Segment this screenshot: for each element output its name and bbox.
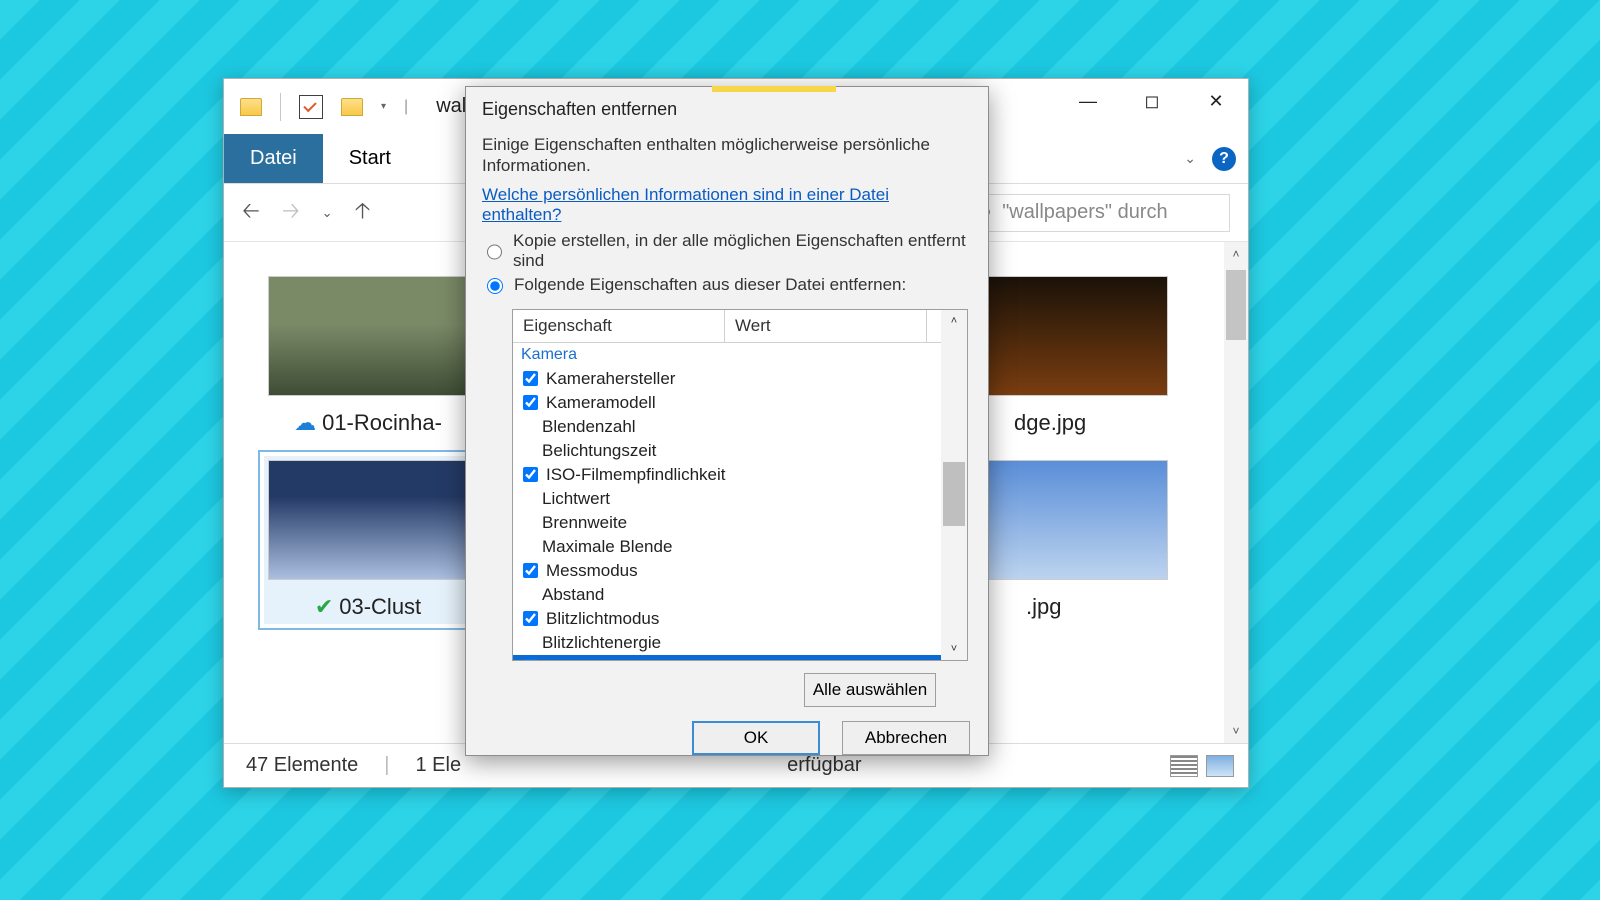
- radio-label: Kopie erstellen, in der alle möglichen E…: [513, 231, 972, 271]
- dialog-title: Eigenschaften entfernen: [466, 87, 988, 130]
- radio-label: Folgende Eigenschaften aus dieser Datei …: [514, 275, 906, 295]
- file-name: dge.jpg: [1014, 410, 1086, 436]
- maximize-button[interactable]: ◻: [1120, 79, 1184, 123]
- thumbnail-image: [968, 276, 1168, 396]
- ok-button[interactable]: OK: [692, 721, 820, 755]
- property-row[interactable]: Kameramodell: [513, 391, 967, 415]
- cancel-button[interactable]: Abbrechen: [842, 721, 970, 755]
- help-icon[interactable]: ?: [1212, 147, 1236, 171]
- nav-back-icon[interactable]: 🡠: [242, 194, 260, 232]
- property-label: Messmodus: [546, 561, 638, 581]
- property-label: Kamerahersteller: [546, 369, 675, 389]
- property-row[interactable]: ISO-Filmempfindlichkeit: [513, 463, 967, 487]
- status-selected: 1 Ele: [416, 754, 462, 777]
- check-circle-icon: ✔: [315, 594, 333, 620]
- thumbnail-image: [268, 276, 468, 396]
- qat-properties-icon[interactable]: [299, 95, 323, 119]
- scroll-down-icon[interactable]: ˅: [941, 638, 967, 660]
- property-checkbox[interactable]: [523, 659, 538, 660]
- property-label: Brennweite: [542, 513, 627, 533]
- radio-remove-selected[interactable]: Folgende Eigenschaften aus dieser Datei …: [482, 275, 972, 295]
- search-placeholder: "wallpapers" durch: [1002, 201, 1167, 224]
- dialog-intro: Einige Eigenschaften enthalten möglicher…: [482, 134, 972, 177]
- qat-dropdown-icon[interactable]: ▾: [381, 101, 386, 112]
- property-group: Kamera: [513, 343, 967, 367]
- separator: [280, 93, 281, 121]
- scroll-thumb[interactable]: [943, 462, 965, 526]
- separator: |: [384, 754, 389, 777]
- property-checkbox[interactable]: [523, 395, 538, 410]
- thumbnail-image: [968, 460, 1168, 580]
- property-checkbox[interactable]: [523, 563, 538, 578]
- property-label: Belichtungszeit: [542, 441, 656, 461]
- nav-up-icon[interactable]: 🡡: [355, 194, 371, 232]
- select-all-button[interactable]: Alle auswählen: [804, 673, 936, 707]
- property-label: Lichtwert: [542, 489, 610, 509]
- scroll-up-icon[interactable]: ˄: [1224, 242, 1248, 266]
- property-list: Eigenschaft Wert KameraKamerahersteller K…: [512, 309, 968, 661]
- file-name: 03-Clust: [339, 594, 421, 620]
- radio-create-copy[interactable]: Kopie erstellen, in der alle möglichen E…: [482, 231, 972, 271]
- property-row[interactable]: Blitzlichtmodus: [513, 607, 967, 631]
- tab-file[interactable]: Datei: [224, 134, 323, 183]
- scroll-up-icon[interactable]: ˄: [941, 310, 967, 332]
- property-label: Kameramodell: [546, 393, 656, 413]
- property-label: Blitzlichtmodus: [546, 609, 659, 629]
- property-row[interactable]: Messmodus: [513, 559, 967, 583]
- ribbon-collapse-icon[interactable]: ⌄: [1184, 150, 1196, 167]
- tab-start[interactable]: Start: [323, 134, 417, 183]
- file-scrollbar[interactable]: ˄ ˅: [1224, 242, 1248, 743]
- remove-properties-dialog: Eigenschaften entfernen Einige Eigenscha…: [465, 86, 989, 756]
- thumbnail-image: [268, 460, 468, 580]
- nav-forward-icon[interactable]: 🡢: [282, 194, 300, 232]
- radio-input[interactable]: [487, 244, 502, 260]
- separator: |: [404, 98, 408, 116]
- property-checkbox[interactable]: [523, 371, 538, 386]
- property-label: Maximale Blende: [542, 537, 672, 557]
- close-button[interactable]: ✕: [1184, 79, 1248, 123]
- file-name: 01-Rocinha-: [322, 410, 442, 436]
- file-item[interactable]: dge.jpg: [968, 276, 1168, 436]
- property-list-header: Eigenschaft Wert: [513, 310, 967, 343]
- nav-recent-dropdown-icon[interactable]: ⌄: [322, 205, 333, 221]
- search-input[interactable]: ⌕ "wallpapers" durch: [970, 194, 1230, 232]
- property-row[interactable]: Abstand: [513, 583, 967, 607]
- scroll-down-icon[interactable]: ˅: [1224, 719, 1248, 743]
- dialog-help-link[interactable]: Welche persönlichen Informationen sind i…: [482, 185, 889, 224]
- property-row[interactable]: Blitzlichtenergie: [513, 631, 967, 655]
- file-item[interactable]: ☁ 01-Rocinha-: [268, 276, 468, 436]
- minimize-button[interactable]: —: [1056, 79, 1120, 123]
- property-row[interactable]: Belichtungszeit: [513, 439, 967, 463]
- cloud-icon: ☁: [294, 410, 316, 436]
- property-row[interactable]: Kamerahersteller: [513, 367, 967, 391]
- column-property[interactable]: Eigenschaft: [513, 310, 725, 342]
- file-item-selected[interactable]: ✔ 03-Clust: [264, 456, 472, 624]
- property-row[interactable]: Lichtwert: [513, 487, 967, 511]
- property-label: ISO-Filmempfindlichkeit: [546, 465, 726, 485]
- property-row[interactable]: Brennweite: [513, 511, 967, 535]
- column-value[interactable]: Wert: [725, 310, 927, 342]
- property-label: 35mm Brennweite: [546, 657, 683, 660]
- highlight-annotation: [712, 86, 836, 92]
- property-checkbox[interactable]: [523, 467, 538, 482]
- view-thumbnails-button[interactable]: [1206, 755, 1234, 777]
- scroll-thumb[interactable]: [1226, 270, 1246, 340]
- radio-input[interactable]: [487, 278, 503, 294]
- property-label: Blendenzahl: [542, 417, 636, 437]
- property-row[interactable]: Blendenzahl: [513, 415, 967, 439]
- property-checkbox[interactable]: [523, 611, 538, 626]
- property-row[interactable]: Maximale Blende: [513, 535, 967, 559]
- property-row[interactable]: 35mm Brennweite: [513, 655, 967, 660]
- file-name: .jpg: [1026, 594, 1061, 620]
- window-title: wal: [436, 95, 466, 118]
- file-item[interactable]: .jpg: [968, 460, 1168, 620]
- folder-icon: [341, 98, 363, 116]
- status-count: 47 Elemente: [246, 754, 358, 777]
- folder-icon: [240, 98, 262, 116]
- property-label: Abstand: [542, 585, 604, 605]
- view-details-button[interactable]: [1170, 755, 1198, 777]
- list-scrollbar[interactable]: ˄ ˅: [941, 310, 967, 660]
- property-label: Blitzlichtenergie: [542, 633, 661, 653]
